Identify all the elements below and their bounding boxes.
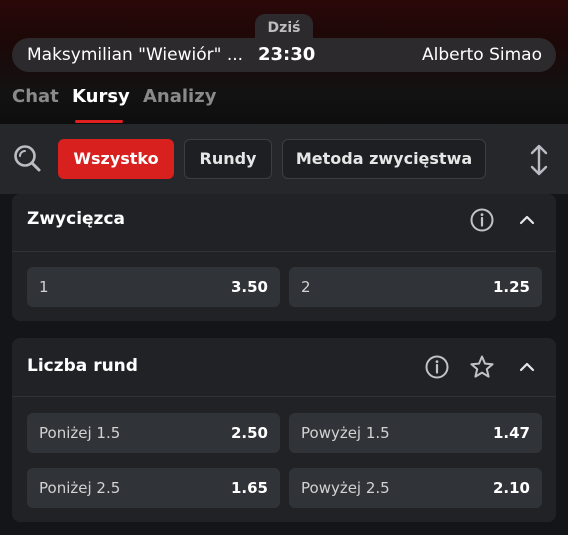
odd-button[interactable]: Powyżej 1.5 1.47	[289, 413, 542, 453]
tab-analizy[interactable]: Analizy	[143, 86, 216, 107]
chevron-up-icon[interactable]	[514, 354, 540, 380]
odd-button[interactable]: 1 3.50	[27, 267, 280, 307]
chevron-up-icon[interactable]	[514, 207, 540, 233]
odd-label: Powyżej 1.5	[301, 424, 390, 442]
odd-value: 2.50	[230, 424, 268, 442]
filter-bar: Wszystko Rundy Metoda zwycięstwa	[0, 124, 568, 194]
odd-button[interactable]: 2 1.25	[289, 267, 542, 307]
filter-chip-wszystko[interactable]: Wszystko	[58, 139, 174, 179]
odd-label: Powyżej 2.5	[301, 479, 390, 497]
odd-label: 2	[301, 278, 311, 296]
info-icon[interactable]	[424, 354, 450, 380]
odd-value: 1.47	[492, 424, 530, 442]
search-icon[interactable]	[12, 143, 42, 173]
odd-value: 1.65	[230, 479, 268, 497]
filter-chip-rundy[interactable]: Rundy	[184, 139, 272, 179]
match-header: Dziś Maksymilian "Wiewiór" ... 23:30 Alb…	[0, 0, 568, 124]
odd-button[interactable]: Powyżej 2.5 2.10	[289, 468, 542, 508]
tab-kursy[interactable]: Kursy	[72, 86, 130, 107]
card-divider	[12, 251, 556, 252]
odd-button[interactable]: Poniżej 2.5 1.65	[27, 468, 280, 508]
odd-label: Poniżej 2.5	[39, 479, 121, 497]
info-icon[interactable]	[469, 207, 495, 233]
odd-value: 2.10	[492, 479, 530, 497]
sort-arrows-icon[interactable]	[528, 144, 550, 176]
market-title: Liczba rund	[27, 356, 138, 376]
away-team-name: Alberto Simao	[422, 45, 542, 65]
odd-button[interactable]: Poniżej 1.5 2.50	[27, 413, 280, 453]
filter-chip-metoda-zwyciestwa[interactable]: Metoda zwycięstwa	[282, 139, 486, 179]
odd-value: 3.50	[230, 278, 268, 296]
active-tab-indicator	[75, 120, 123, 123]
market-card-zwyciezca: Zwycięzca 1 3.50 2 1.25	[12, 194, 556, 321]
match-bar: Maksymilian "Wiewiór" ... 23:30 Alberto …	[12, 38, 556, 72]
tab-chat[interactable]: Chat	[12, 86, 59, 107]
home-team-name: Maksymilian "Wiewiór" ...	[27, 45, 244, 65]
match-time: 23:30	[258, 44, 316, 65]
odd-label: 1	[39, 278, 49, 296]
market-card-liczba-rund: Liczba rund Poniżej 1.5 2.50 Powyżej 1.5…	[12, 338, 556, 522]
market-title: Zwycięzca	[27, 209, 125, 229]
odd-label: Poniżej 1.5	[39, 424, 121, 442]
odd-value: 1.25	[492, 278, 530, 296]
card-divider	[12, 396, 556, 397]
star-icon[interactable]	[469, 354, 495, 380]
